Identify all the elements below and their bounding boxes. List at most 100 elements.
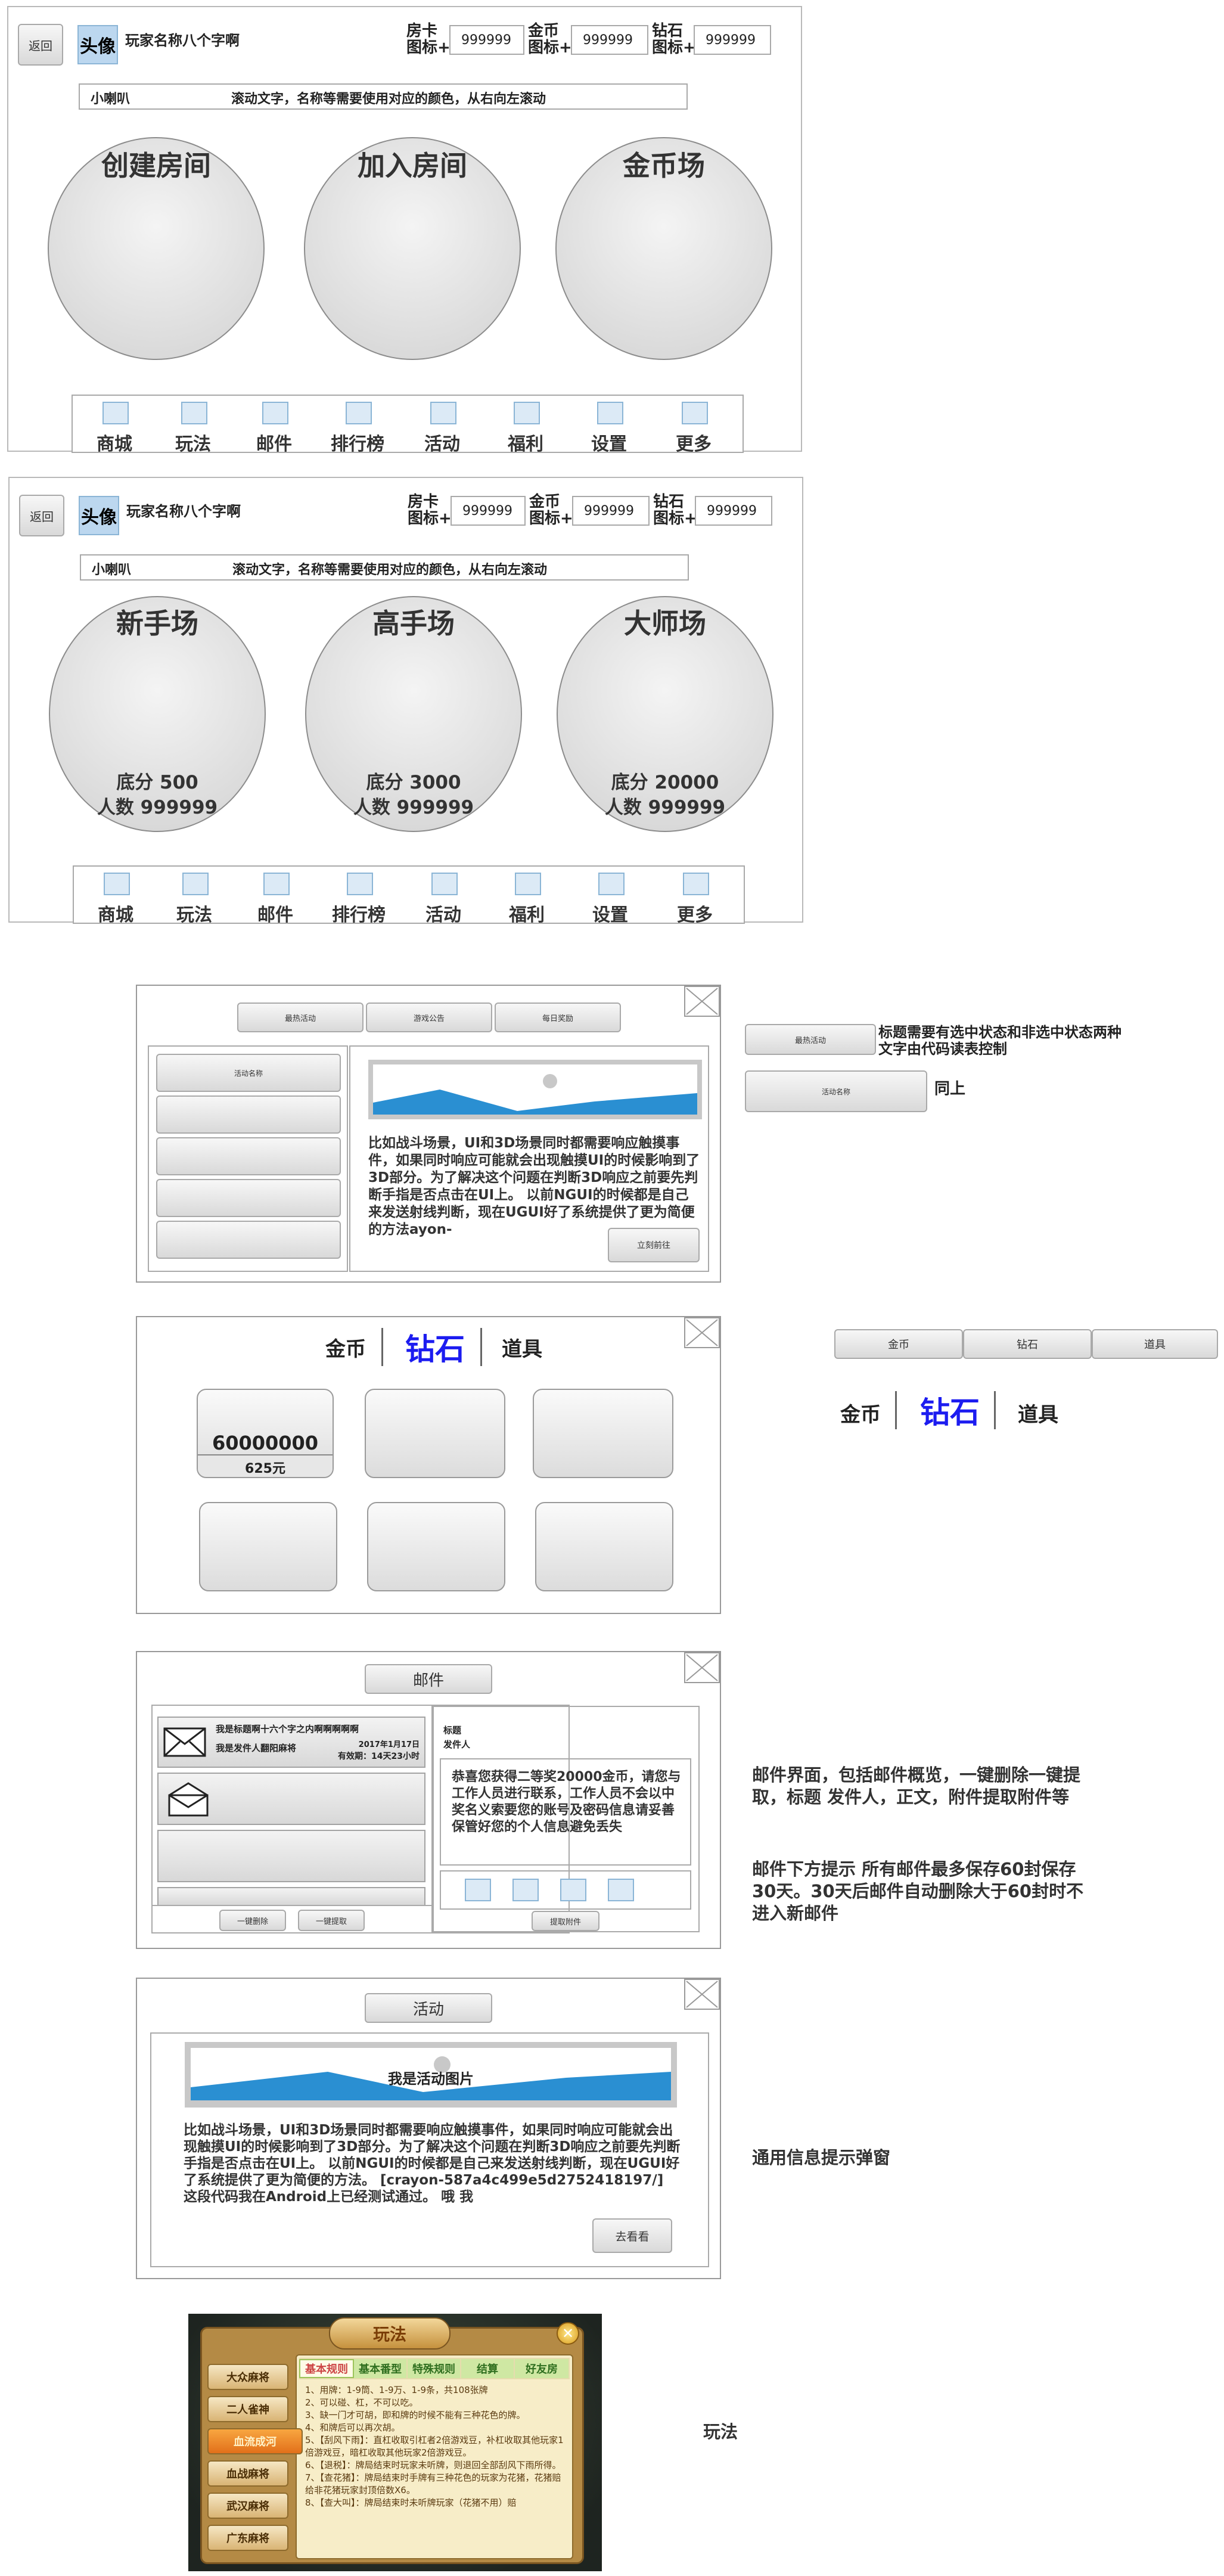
nav-more[interactable]: 更多 <box>665 867 725 926</box>
tab-hot-activity[interactable]: 最热活动 <box>237 1003 364 1032</box>
tab-props[interactable]: 道具 <box>502 1333 542 1362</box>
nav-mail[interactable]: 邮件 <box>244 396 304 455</box>
coin-value[interactable]: 999999 <box>571 25 648 55</box>
side-item[interactable]: 大众麻将 <box>207 2364 288 2390</box>
activity-list: 活动名称 <box>148 1045 348 1272</box>
back-button[interactable]: 返回 <box>18 24 63 66</box>
close-button[interactable] <box>684 1317 720 1348</box>
attachment-image-icon[interactable] <box>512 1879 539 1901</box>
mail-item[interactable]: 我是标题啊十六个字之内啊啊啊啊啊 我是发件人翻阳麻将 2017年1月17日 有效… <box>157 1717 425 1768</box>
image-icon <box>515 873 541 895</box>
attachment-image-icon[interactable] <box>608 1879 634 1901</box>
side-item[interactable]: 广东麻将 <box>207 2525 288 2551</box>
activity-item[interactable] <box>156 1179 341 1217</box>
back-button[interactable]: 返回 <box>19 495 64 536</box>
nav-label: 玩法 <box>176 905 212 926</box>
tab-daily-reward[interactable]: 每日奖励 <box>495 1003 621 1032</box>
avatar[interactable]: 头像 <box>77 25 118 64</box>
tab-friend-room[interactable]: 好友房 <box>515 2359 568 2378</box>
tab-basic-rules[interactable]: 基本规则 <box>299 2359 354 2378</box>
shop-item[interactable] <box>533 1389 673 1478</box>
nav-label: 更多 <box>677 905 713 926</box>
novice-room-count: 人数 999999 <box>97 797 218 818</box>
close-button[interactable] <box>684 986 720 1017</box>
take-all-button[interactable]: 一键提取 <box>298 1910 365 1931</box>
nav-label: 玩法 <box>175 434 211 455</box>
shop-item[interactable]: 60000000 625元 <box>197 1389 334 1478</box>
room-card-value[interactable]: 999999 <box>451 496 526 526</box>
nav-activity[interactable]: 活动 <box>412 396 472 455</box>
side-item[interactable]: 血战麻将 <box>207 2460 288 2487</box>
nav-rules[interactable]: 玩法 <box>163 396 223 455</box>
tab-coin[interactable]: 金币 <box>325 1333 366 1362</box>
tab-diamond[interactable]: 钻石 <box>405 1326 465 1368</box>
shop-item[interactable] <box>535 1502 673 1591</box>
diamond-value[interactable]: 999999 <box>695 496 772 526</box>
nav-settings[interactable]: 设置 <box>580 867 640 926</box>
side-item[interactable]: 武汉麻将 <box>207 2493 288 2519</box>
novice-room-button[interactable]: 新手场 底分 500 人数 999999 <box>49 596 266 832</box>
nav-mail[interactable]: 邮件 <box>246 867 305 926</box>
mail-item[interactable] <box>157 1887 425 1905</box>
create-room-button[interactable]: 创建房间 <box>48 137 265 360</box>
nav-ranking[interactable]: 排行榜 <box>328 396 387 455</box>
shop-item[interactable] <box>367 1502 505 1591</box>
close-button[interactable]: ✕ <box>557 2322 579 2345</box>
activity-item[interactable] <box>156 1221 341 1259</box>
activity-item[interactable] <box>156 1137 341 1175</box>
rules-note: 玩法 <box>703 2422 738 2442</box>
nav-activity[interactable]: 活动 <box>414 867 473 926</box>
close-button[interactable] <box>684 1979 720 2010</box>
nav-welfare[interactable]: 福利 <box>496 396 555 455</box>
side-item-selected[interactable]: 血流成河 <box>207 2428 303 2454</box>
player-name: 玩家名称八个字啊 <box>126 503 241 520</box>
tab-special-rules[interactable]: 特殊规则 <box>408 2359 460 2378</box>
activity-banner-image <box>368 1060 702 1119</box>
attachment-image-icon[interactable] <box>560 1879 586 1901</box>
go-see-button[interactable]: 去看看 <box>592 2218 672 2253</box>
image-icon <box>102 402 129 424</box>
tab-basic-fan[interactable]: 基本番型 <box>354 2359 406 2378</box>
tab-divider <box>895 1391 897 1429</box>
nav-shop[interactable]: 商城 <box>86 867 145 926</box>
close-button[interactable] <box>684 1652 720 1683</box>
mail-note-1: 邮件界面，包括邮件概览，一键删除一键提取，标题 发件人，正文，附件提取附件等 <box>752 1765 1081 1807</box>
tab-announcement[interactable]: 游戏公告 <box>366 1003 492 1032</box>
diamond-label: 钻石 图标+ <box>653 493 697 527</box>
delete-all-button[interactable]: 一键删除 <box>219 1910 286 1931</box>
diamond-value[interactable]: 999999 <box>694 25 771 55</box>
side-item[interactable]: 二人雀神 <box>207 2396 288 2422</box>
master-room-button[interactable]: 大师场 底分 20000 人数 999999 <box>557 596 773 832</box>
rules-text: 1、用牌：1-9筒、1-9万、1-9条，共108张牌 2、可以碰、杠，不可以吃。… <box>305 2384 565 2556</box>
expert-room-button[interactable]: 高手场 底分 3000 人数 999999 <box>305 596 522 832</box>
notice-dialog: 活动 我是活动图片 比如战斗场景，UI和3D场景同时都需要响应触摸事件，如果同时… <box>136 1978 721 2279</box>
avatar[interactable]: 头像 <box>79 496 119 535</box>
nav-label: 设置 <box>591 434 627 455</box>
nav-welfare[interactable]: 福利 <box>497 867 557 926</box>
shop-item[interactable] <box>199 1502 337 1591</box>
image-icon <box>430 402 456 424</box>
go-now-button[interactable]: 立刻前往 <box>608 1228 700 1262</box>
coin-field-button[interactable]: 金币场 <box>555 137 772 360</box>
shop-item[interactable] <box>365 1389 505 1478</box>
room-card-value[interactable]: 999999 <box>449 25 524 55</box>
tab-settlement[interactable]: 结算 <box>461 2359 514 2378</box>
mail-item[interactable] <box>157 1773 425 1825</box>
nav-more[interactable]: 更多 <box>664 396 723 455</box>
join-room-button[interactable]: 加入房间 <box>304 137 521 360</box>
nav-label: 活动 <box>425 905 461 926</box>
coin-value[interactable]: 999999 <box>572 496 650 526</box>
image-icon <box>597 402 623 424</box>
nav-label: 排行榜 <box>331 434 384 455</box>
activity-item[interactable] <box>156 1095 341 1134</box>
take-attachment-button[interactable]: 提取附件 <box>532 1911 599 1931</box>
nav-settings[interactable]: 设置 <box>579 396 639 455</box>
main-menu-screen: 返回 头像 玩家名称八个字啊 房卡 图标+ 999999 金币 图标+ 999999… <box>7 6 802 455</box>
nav-label: 福利 <box>508 434 543 455</box>
nav-shop[interactable]: 商城 <box>85 396 144 455</box>
attachment-image-icon[interactable] <box>465 1879 491 1901</box>
nav-ranking[interactable]: 排行榜 <box>329 867 389 926</box>
mail-item[interactable] <box>157 1830 425 1882</box>
nav-rules[interactable]: 玩法 <box>164 867 224 926</box>
activity-item[interactable]: 活动名称 <box>156 1054 341 1092</box>
